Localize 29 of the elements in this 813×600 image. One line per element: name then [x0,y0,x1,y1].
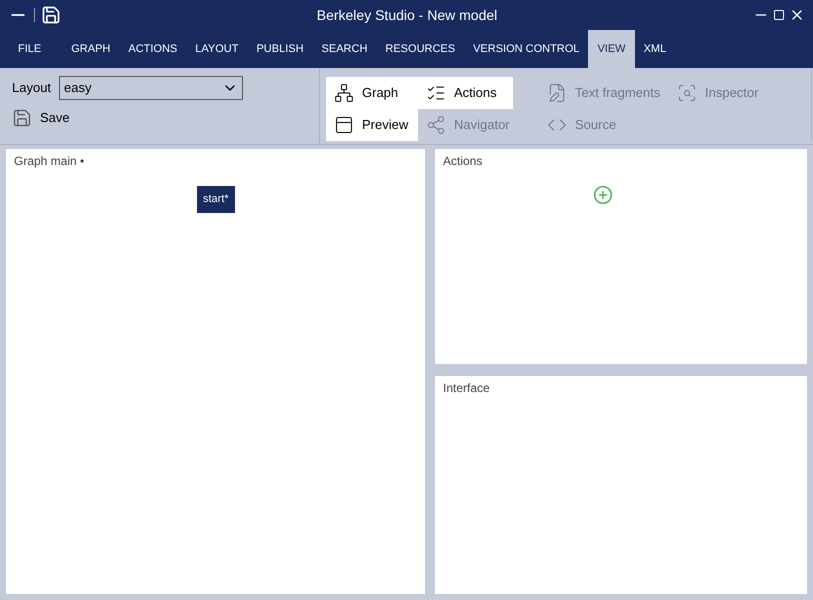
view-toggle[interactable]: Actions [418,77,513,109]
panel-title: Graph main • [13,153,86,170]
menu-tab[interactable]: VERSION CONTROL [464,30,588,68]
menu-tab[interactable]: GRAPH [62,30,120,68]
view-toggle[interactable]: Graph [326,77,418,109]
graph-node[interactable]: start* [197,186,235,212]
window-icon [334,115,354,135]
layout-label: Layout [12,79,52,98]
document-pen-icon [547,83,567,103]
menu-tab[interactable]: XML [634,30,676,68]
menu-tab[interactable]: FILE [8,30,52,68]
panel-title: Interface [442,380,491,397]
save-icon [12,108,32,128]
nodes-icon [426,115,446,135]
save-button[interactable]: Save [12,108,70,128]
panel-title: Actions [442,153,484,170]
menu-tab[interactable]: SEARCH [312,30,376,68]
menu-tab[interactable]: PUBLISH [247,30,313,68]
maximize-icon[interactable] [773,9,785,21]
magnifier-icon [677,83,697,103]
menu-tab[interactable]: RESOURCES [376,30,464,68]
save-icon[interactable] [41,5,61,25]
menu-tab[interactable]: ACTIONS [119,30,186,68]
hierarchy-icon [334,83,354,103]
window-title: Berkeley Studio - New model [316,6,498,25]
menu-tab[interactable]: VIEW [588,30,635,68]
layout-dropdown[interactable]: easy [59,76,244,100]
menu-tab[interactable]: LAYOUT [186,30,248,68]
view-toggle[interactable]: Preview [326,109,418,141]
